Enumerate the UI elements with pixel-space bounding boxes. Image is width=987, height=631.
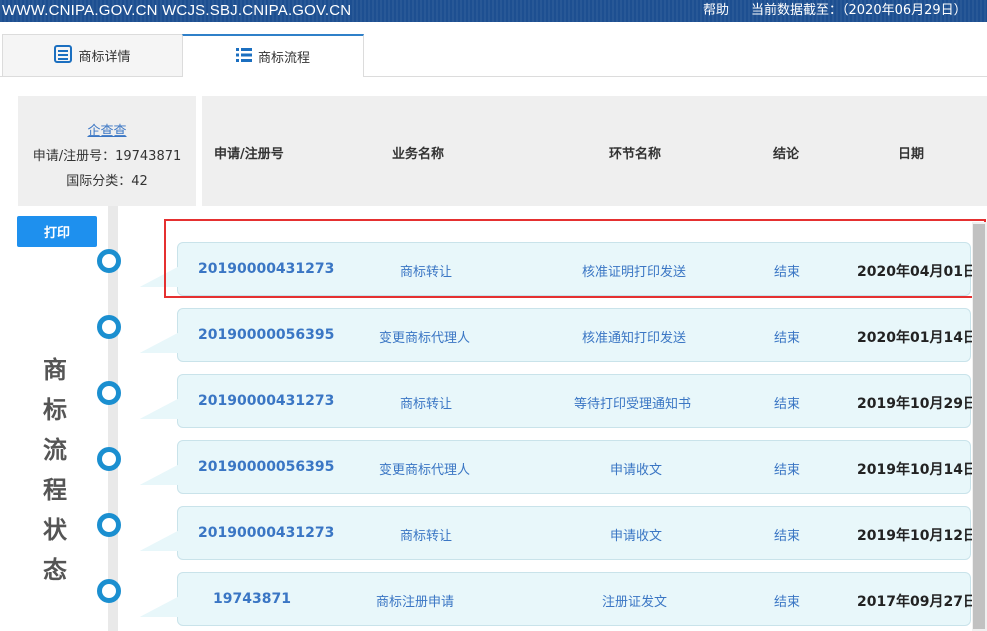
row-business: 商标注册申请 [376, 595, 455, 610]
scrollbar[interactable] [972, 222, 987, 631]
trademark-info-box: 企查查 申请/注册号：19743871 国际分类：42 [18, 96, 196, 206]
qichacha-link[interactable]: 企查查 [18, 120, 196, 139]
row-date: 2019年10月14日 [857, 462, 977, 478]
row-step: 等待打印受理通知书 [574, 397, 692, 412]
process-row: 20190000431273 商标转让 申请收文 结束 2019年10月12日 [140, 506, 977, 560]
row-reg-number[interactable]: 20190000431273 [198, 261, 334, 277]
header-business-name: 业务名称 [392, 147, 445, 162]
title-char: 态 [43, 556, 67, 584]
timeline-dot [97, 249, 121, 273]
process-row: 20190000431273 商标转让 等待打印受理通知书 结束 2019年10… [140, 374, 977, 428]
row-result: 结束 [774, 331, 801, 346]
row-step: 核准通知打印发送 [582, 331, 687, 346]
row-date: 2020年04月01日 [857, 264, 977, 280]
row-reg-number[interactable]: 20190000431273 [198, 393, 334, 409]
tab-label: 商标流程 [257, 51, 310, 66]
header-date: 日期 [898, 147, 925, 162]
row-step: 注册证发文 [602, 595, 668, 610]
row-business: 变更商标代理人 [379, 331, 471, 346]
row-business: 商标转让 [400, 265, 453, 280]
print-button[interactable]: 打印 [17, 216, 97, 247]
registration-number: 申请/注册号：19743871 [32, 149, 182, 164]
table-header: 申请/注册号 业务名称 环节名称 结论 日期 [202, 96, 987, 206]
timeline-dot [97, 447, 121, 471]
tab-trademark-process[interactable]: 商标流程 [182, 34, 364, 77]
row-date: 2019年10月29日 [857, 396, 977, 412]
row-result: 结束 [774, 265, 801, 280]
tab-label: 商标详情 [78, 50, 131, 65]
row-reg-number[interactable]: 20190000056395 [198, 327, 334, 343]
process-status-title: 商 标 流 程 状 态 [40, 350, 70, 590]
tab-trademark-detail[interactable]: 商标详情 [2, 34, 183, 76]
header-step-name: 环节名称 [609, 147, 662, 162]
header-result: 结论 [773, 147, 800, 162]
row-step: 核准证明打印发送 [582, 265, 687, 280]
process-row: 20190000431273 商标转让 核准证明打印发送 结束 2020年04月… [140, 242, 977, 296]
row-reg-number[interactable]: 19743871 [213, 591, 291, 607]
row-result: 结束 [774, 595, 801, 610]
list-icon [235, 47, 252, 66]
title-char: 程 [43, 476, 67, 504]
tab-bar: 商标详情 商标流程 [0, 34, 987, 77]
timeline-dot [97, 381, 121, 405]
row-date: 2019年10月12日 [857, 528, 977, 544]
site-url: WWW.CNIPA.GOV.CN WCJS.SBJ.CNIPA.GOV.CN [2, 2, 352, 19]
row-reg-number[interactable]: 20190000431273 [198, 525, 334, 541]
row-business: 商标转让 [400, 529, 453, 544]
process-row: 20190000056395 变更商标代理人 核准通知打印发送 结束 2020年… [140, 308, 977, 362]
row-date: 2020年01月14日 [857, 330, 977, 346]
timeline-dot [97, 315, 121, 339]
header-reg-number: 申请/注册号 [214, 147, 284, 162]
row-result: 结束 [774, 397, 801, 412]
title-char: 流 [43, 436, 67, 464]
title-char: 商 [43, 356, 67, 384]
top-bar: WWW.CNIPA.GOV.CN WCJS.SBJ.CNIPA.GOV.CN 帮… [0, 0, 987, 22]
row-result: 结束 [774, 529, 801, 544]
process-row: 20190000056395 变更商标代理人 申请收文 结束 2019年10月1… [140, 440, 977, 494]
row-reg-number[interactable]: 20190000056395 [198, 459, 334, 475]
title-char: 标 [43, 396, 67, 424]
international-class: 国际分类：42 [66, 174, 148, 189]
list-detail-icon [54, 44, 73, 67]
row-result: 结束 [774, 463, 801, 478]
title-char: 状 [43, 516, 67, 544]
scrollbar-thumb[interactable] [973, 224, 985, 629]
row-business: 商标转让 [400, 397, 453, 412]
data-date: 当前数据截至：（2020年06月29日） [751, 3, 967, 18]
help-link[interactable]: 帮助 [703, 0, 729, 22]
row-step: 申请收文 [610, 529, 663, 544]
row-step: 申请收文 [610, 463, 663, 478]
timeline-dot [97, 579, 121, 603]
row-date: 2017年09月27日 [857, 594, 977, 610]
timeline-dot [97, 513, 121, 537]
process-row: 19743871 商标注册申请 注册证发文 结束 2017年09月27日 [140, 572, 977, 626]
row-business: 变更商标代理人 [379, 463, 471, 478]
